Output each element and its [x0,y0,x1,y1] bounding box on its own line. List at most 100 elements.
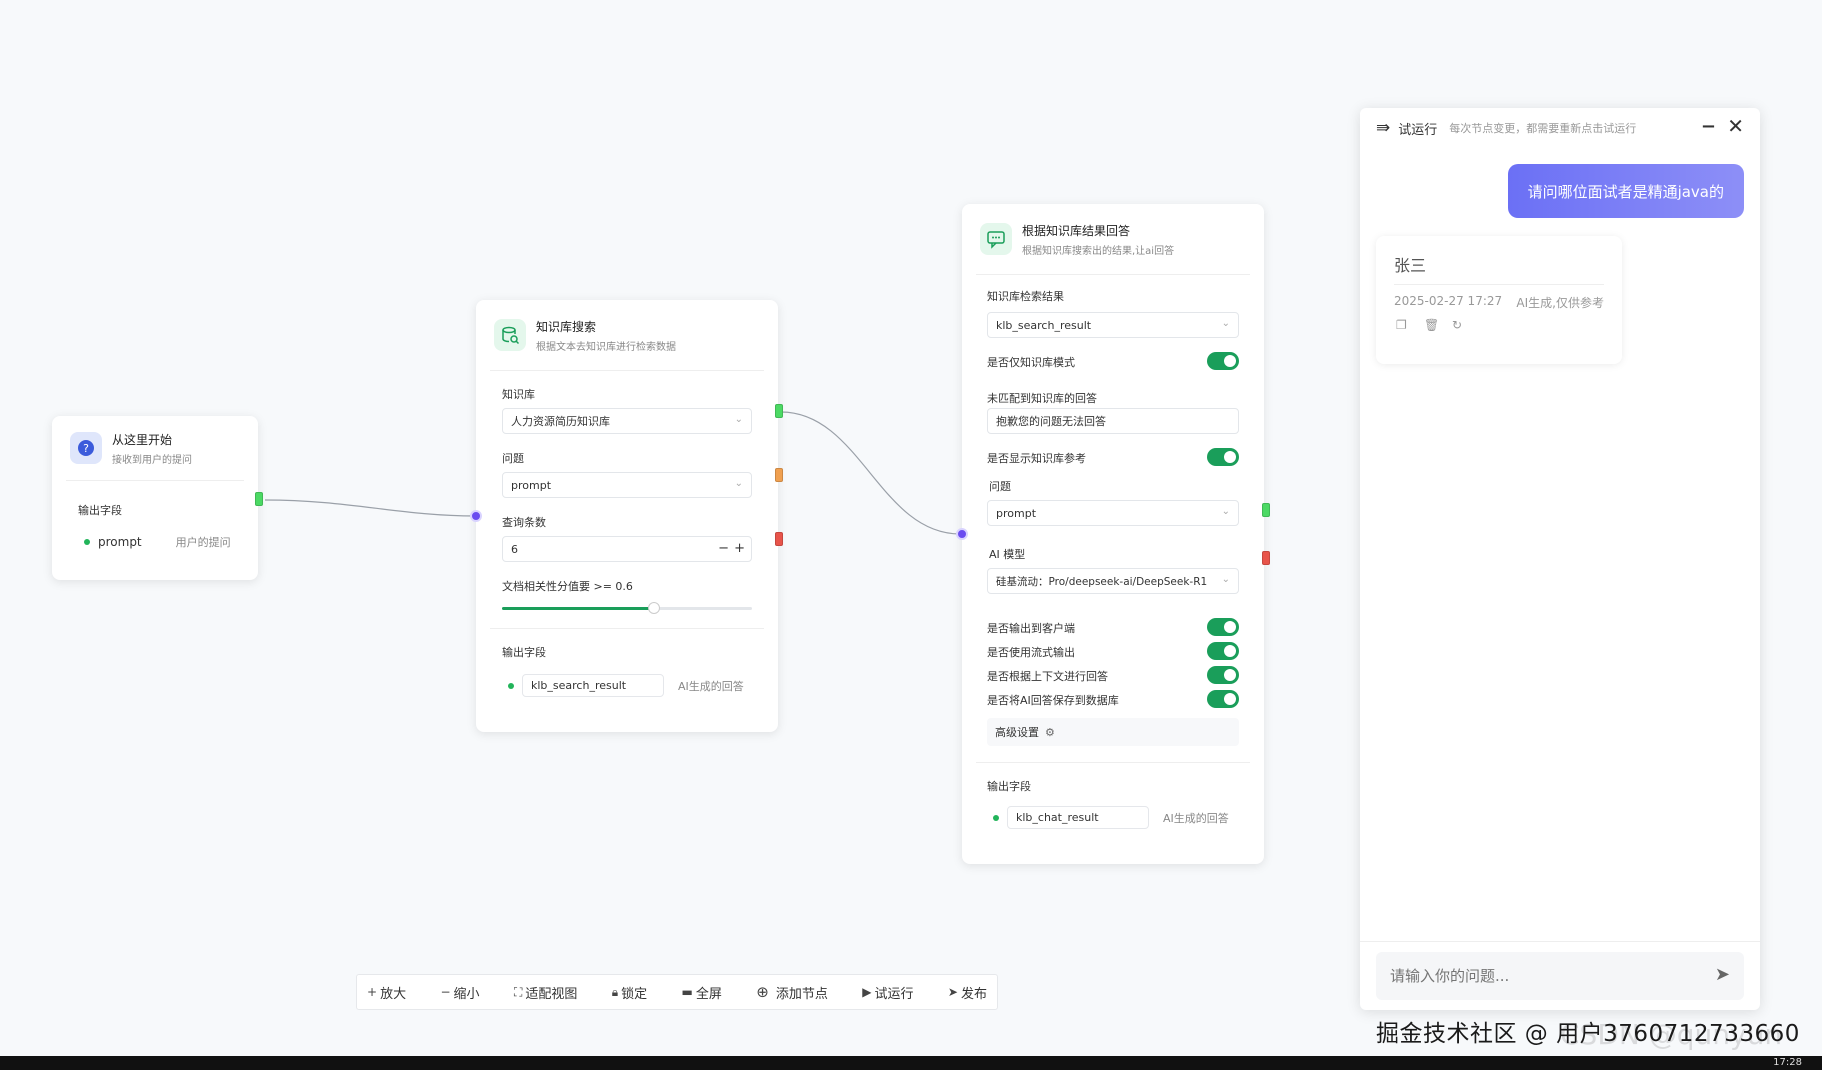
fit-view-button[interactable]: ⛶ 适配视图 [514,983,577,1002]
output-label: 输出字段 [78,504,122,517]
node-title: 根据知识库结果回答 [1022,223,1131,238]
user-message: 请问哪位面试者是精通java的 [1507,164,1744,218]
zoom-out-button[interactable]: − 缩小 [440,983,479,1002]
clock: 17:28 [1773,1057,1802,1068]
start-output-port[interactable] [255,492,263,506]
node-start[interactable]: ? 从这里开始 接收到用户的提问 输出字段 prompt 用户的提问 [52,416,258,580]
status-dot [508,682,514,689]
gear-icon: ⚙ [1045,725,1055,739]
node-title: 从这里开始 [112,432,173,447]
question-label: 问题 [502,452,524,465]
add-node-button[interactable]: ⊕ 添加节点 [756,983,828,1002]
chevron-down-icon: ⌄ [1221,318,1230,329]
node-subtitle: 根据文本去知识库进行检索数据 [536,341,676,353]
node-knowledge-search[interactable]: 知识库搜索 根据文本去知识库进行检索数据 知识库 人力资源简历知识库 ⌄ 问题 … [470,300,778,732]
close-icon[interactable]: ✕ [1727,114,1744,138]
play-icon: ▶ [862,985,872,999]
publish-button[interactable]: ➤ 发布 [948,983,987,1002]
unmatched-value: 抱歉您的问题无法回答 [996,415,1106,428]
unmatched-label: 未匹配到知识库的回答 [987,392,1097,405]
taskbar: 17:28 [0,1056,1822,1070]
output-client-toggle[interactable] [1207,618,1239,636]
divider [490,370,764,371]
model-select[interactable]: 硅基流动：Pro/deepseek-ai/DeepSeek-R1 ⌄ [987,568,1239,594]
panel-header: ⇛ 试运行 每次节点变更，都需要重新点击试运行 − ✕ [1360,108,1760,148]
output-desc: AI生成的回答 [1163,811,1229,825]
test-run-button[interactable]: ▶ 试运行 [862,983,913,1002]
panel-bottom-divider [1360,941,1760,942]
unmatched-input[interactable]: 抱歉您的问题无法回答 [987,408,1239,434]
send-icon: ➤ [947,985,958,999]
question-select[interactable]: prompt ⌄ [502,472,752,498]
output-row: klb_search_result AI生成的回答 [508,674,744,697]
kb-only-label: 是否仅知识库模式 [987,356,1075,369]
show-ref-label: 是否显示知识库参考 [987,452,1086,465]
search-output-port-red[interactable] [775,532,783,546]
zoom-in-button[interactable]: + 放大 [367,983,406,1002]
add-circle-icon: ⊕ [756,983,769,1001]
node-title: 知识库搜索 [536,319,597,334]
output-row: klb_chat_result AI生成的回答 [993,806,1229,829]
result-select-value: klb_search_result [996,318,1092,332]
test-run-label: 试运行 [874,986,914,1002]
ai-timestamp: 2025-02-27 17:27 [1394,294,1503,308]
toggle-label-save-db: 是否将AI回答保存到数据库 [987,694,1119,707]
delete-icon[interactable]: 🗑︎ [1424,318,1439,332]
advanced-settings[interactable]: 高级设置 ⚙ [987,718,1239,746]
plus-button[interactable]: + [734,541,745,556]
output-row: prompt 用户的提问 [84,534,231,550]
chevron-down-icon: ⌄ [734,414,743,425]
answer-output-port-green[interactable] [1262,503,1270,517]
node-subtitle: 根据知识库搜索出的结果,让ai回答 [1022,245,1175,257]
question-select-value: prompt [511,478,552,492]
refresh-icon[interactable]: ↻ [1452,318,1462,332]
kb-select-value: 人力资源简历知识库 [511,415,610,428]
minus-button[interactable]: − [718,541,729,556]
test-run-icon: ⇛ [1376,118,1391,138]
kb-select[interactable]: 人力资源简历知识库 ⌄ [502,408,752,434]
test-run-panel: ⇛ 试运行 每次节点变更，都需要重新点击试运行 − ✕ 请问哪位面试者是精通ja… [1360,108,1760,1010]
threshold-label: 文档相关性分值要 >= 0.6 [502,580,633,593]
ai-note: AI生成,仅供参考 [1516,296,1604,310]
divider [66,480,244,481]
node-kb-answer[interactable]: 根据知识库结果回答 根据知识库搜索出的结果,让ai回答 知识库检索结果 klb_… [956,204,1264,864]
model-label: AI 模型 [989,548,1026,561]
database-search-icon [494,319,526,351]
search-output-port-orange[interactable] [775,468,783,482]
fullscreen-button[interactable]: ▬ 全屏 [682,983,722,1002]
search-input-port[interactable] [470,510,482,522]
stream-toggle[interactable] [1207,642,1239,660]
question-icon: ? [70,432,102,464]
svg-text:?: ? [83,442,89,455]
lock-button[interactable]: 🔒︎ 锁定 [612,983,647,1002]
ai-answer: 张三 [1394,256,1427,275]
save-db-toggle[interactable] [1207,690,1239,708]
answer-output-port-red[interactable] [1262,551,1270,565]
copy-icon[interactable]: ❐ [1396,318,1407,332]
question-select-value: prompt [996,506,1037,520]
output-name: klb_chat_result [1007,806,1149,829]
context-toggle[interactable] [1207,666,1239,684]
minimize-icon[interactable]: − [1701,116,1716,137]
answer-input-port[interactable] [956,528,968,540]
kb-only-toggle[interactable] [1207,352,1239,370]
fit-view-icon: ⛶ [513,984,523,999]
question-label: 问题 [989,480,1011,493]
edge-start-to-search [264,499,477,517]
threshold-slider-track[interactable] [502,602,752,614]
result-select[interactable]: klb_search_result ⌄ [987,312,1239,338]
chat-input[interactable] [1376,966,1692,986]
search-output-port-green[interactable] [775,404,783,418]
send-icon[interactable]: ➤ [1715,964,1730,985]
question-select[interactable]: prompt ⌄ [987,500,1239,526]
count-value: 6 [511,542,518,556]
threshold-slider-handle[interactable] [648,602,660,614]
output-desc: AI生成的回答 [678,679,744,693]
count-stepper[interactable]: 6 − + [502,536,752,562]
result-label: 知识库检索结果 [987,290,1064,303]
show-ref-toggle[interactable] [1207,448,1239,466]
status-dot [84,539,90,545]
watermark: 掘金技术社区 @ 用户3760712733660 [1376,1021,1800,1047]
status-dot [993,814,999,821]
fullscreen-label: 全屏 [695,986,722,1002]
